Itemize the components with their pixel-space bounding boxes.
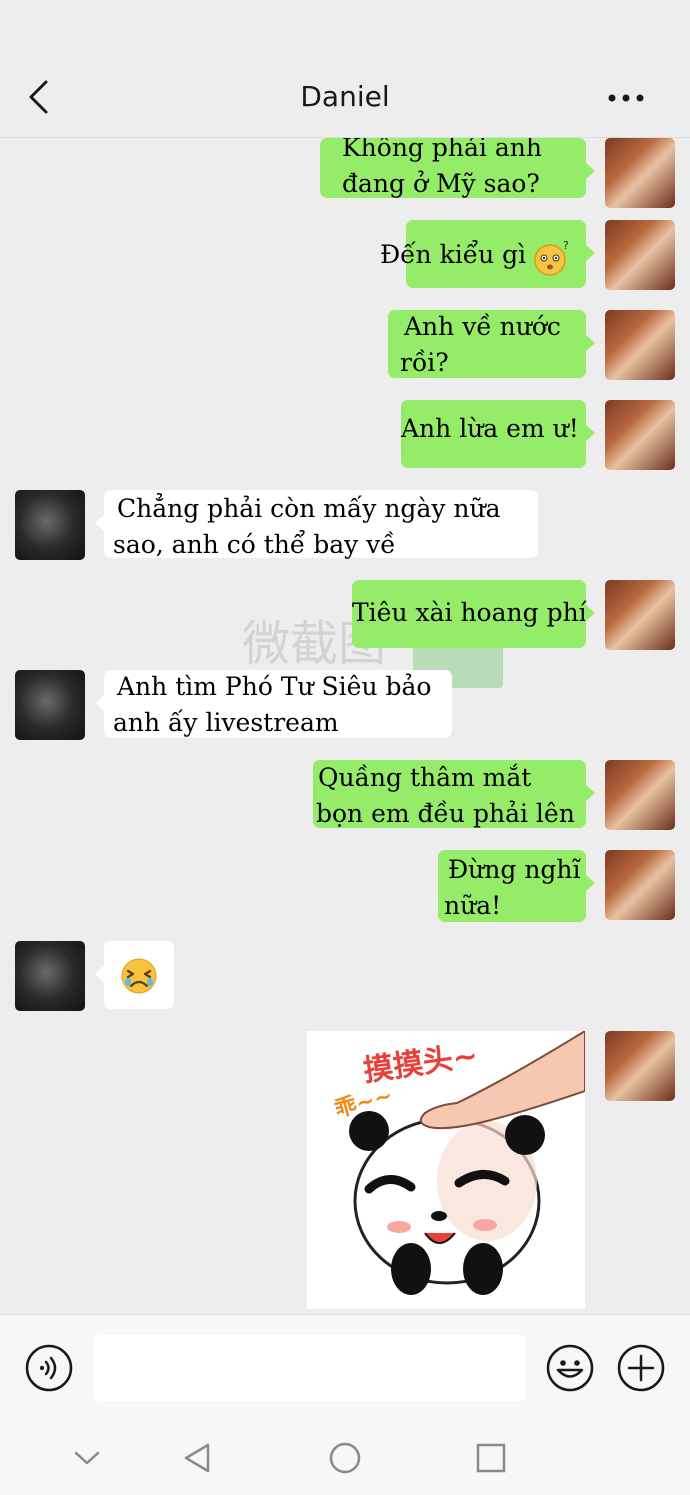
my-avatar[interactable] xyxy=(605,760,675,830)
confused-face-emoji: ? xyxy=(534,239,569,276)
message-text-line: Anh tìm Phó Tư Siêu bảo xyxy=(117,672,432,701)
my-avatar[interactable] xyxy=(605,580,675,650)
system-navigation-bar xyxy=(0,1420,690,1495)
contact-avatar[interactable] xyxy=(15,941,85,1011)
more-functions-button[interactable] xyxy=(616,1343,666,1393)
nav-back-button[interactable] xyxy=(180,1440,216,1476)
emoji-button[interactable] xyxy=(545,1343,595,1393)
message-text-line: anh ấy livestream xyxy=(113,708,339,737)
message-text-line: đang ở Mỹ sao? xyxy=(342,169,540,198)
message-bubble-sent[interactable]: Quầng thâm mắt bọn em đều phải lên xyxy=(313,760,595,828)
message-text-line: sao, anh có thể bay về xyxy=(113,530,396,559)
message-bubble-sent[interactable]: Đừng nghĩ nữa! xyxy=(438,850,595,922)
message-bubble-received[interactable]: Chẳng phải còn mấy ngày nữa sao, anh có … xyxy=(95,490,538,559)
recents-square-icon xyxy=(476,1443,506,1473)
my-avatar[interactable] xyxy=(605,138,675,208)
more-dots-icon xyxy=(608,94,644,102)
my-avatar[interactable] xyxy=(605,1031,675,1101)
message-input-bar xyxy=(0,1314,690,1420)
back-triangle-icon xyxy=(184,1443,210,1473)
message-input[interactable] xyxy=(94,1335,526,1401)
chevron-down-icon xyxy=(74,1451,100,1465)
message-text-line: nữa! xyxy=(444,891,502,920)
my-avatar[interactable] xyxy=(605,850,675,920)
message-text-line: Quầng thâm mắt xyxy=(318,763,532,792)
svg-text:?: ? xyxy=(563,239,569,252)
sticker-image: 摸摸头~ 乖~~ xyxy=(307,1031,585,1309)
chat-header: Daniel xyxy=(0,0,690,138)
emoji-icon xyxy=(546,1344,594,1392)
plus-circle-icon xyxy=(617,1344,665,1392)
voice-icon xyxy=(25,1344,73,1392)
nav-home-button[interactable] xyxy=(327,1440,363,1476)
message-bubble-received[interactable]: Anh tìm Phó Tư Siêu bảo anh ấy livestrea… xyxy=(95,670,452,738)
contact-avatar[interactable] xyxy=(15,490,85,560)
chat-title: Daniel xyxy=(300,80,390,113)
my-avatar[interactable] xyxy=(605,310,675,380)
home-circle-icon xyxy=(329,1442,361,1474)
more-button[interactable] xyxy=(602,78,662,118)
message-bubble-received[interactable] xyxy=(95,941,174,1009)
message-text-line: Anh về nước xyxy=(404,312,561,341)
contact-avatar[interactable] xyxy=(15,670,85,740)
message-text: Anh lừa em ư! xyxy=(401,414,579,443)
hide-keyboard-button[interactable] xyxy=(69,1440,105,1476)
panda-head-pat-sticker[interactable]: 摸摸头~ 乖~~ xyxy=(307,1031,585,1309)
voice-button[interactable] xyxy=(24,1343,74,1393)
message-bubble-sent[interactable]: Anh lừa em ư! xyxy=(401,400,595,468)
message-text: Đến kiểu gì xyxy=(380,240,527,269)
message-bubble-sent[interactable]: Anh về nước rồi? xyxy=(388,310,595,378)
message-text-line: rồi? xyxy=(400,348,449,377)
message-text: Tiêu xài hoang phí xyxy=(352,598,587,627)
chat-message-list[interactable]: Không phải anh đang ở Mỹ sao? Đến kiểu g… xyxy=(0,138,690,1314)
my-avatar[interactable] xyxy=(605,220,675,290)
message-text-line: Đừng nghĩ xyxy=(448,855,581,884)
message-text-line: Chẳng phải còn mấy ngày nữa xyxy=(117,494,501,523)
my-avatar[interactable] xyxy=(605,400,675,470)
message-bubble-sent[interactable]: Tiêu xài hoang phí xyxy=(352,580,595,648)
nav-recents-button[interactable] xyxy=(473,1440,509,1476)
message-text-line: bọn em đều phải lên xyxy=(316,799,575,828)
message-text-line: Không phải anh xyxy=(342,138,542,162)
crying-face-emoji xyxy=(121,958,157,994)
message-bubble-sent[interactable]: Không phải anh đang ở Mỹ sao? xyxy=(320,138,595,198)
